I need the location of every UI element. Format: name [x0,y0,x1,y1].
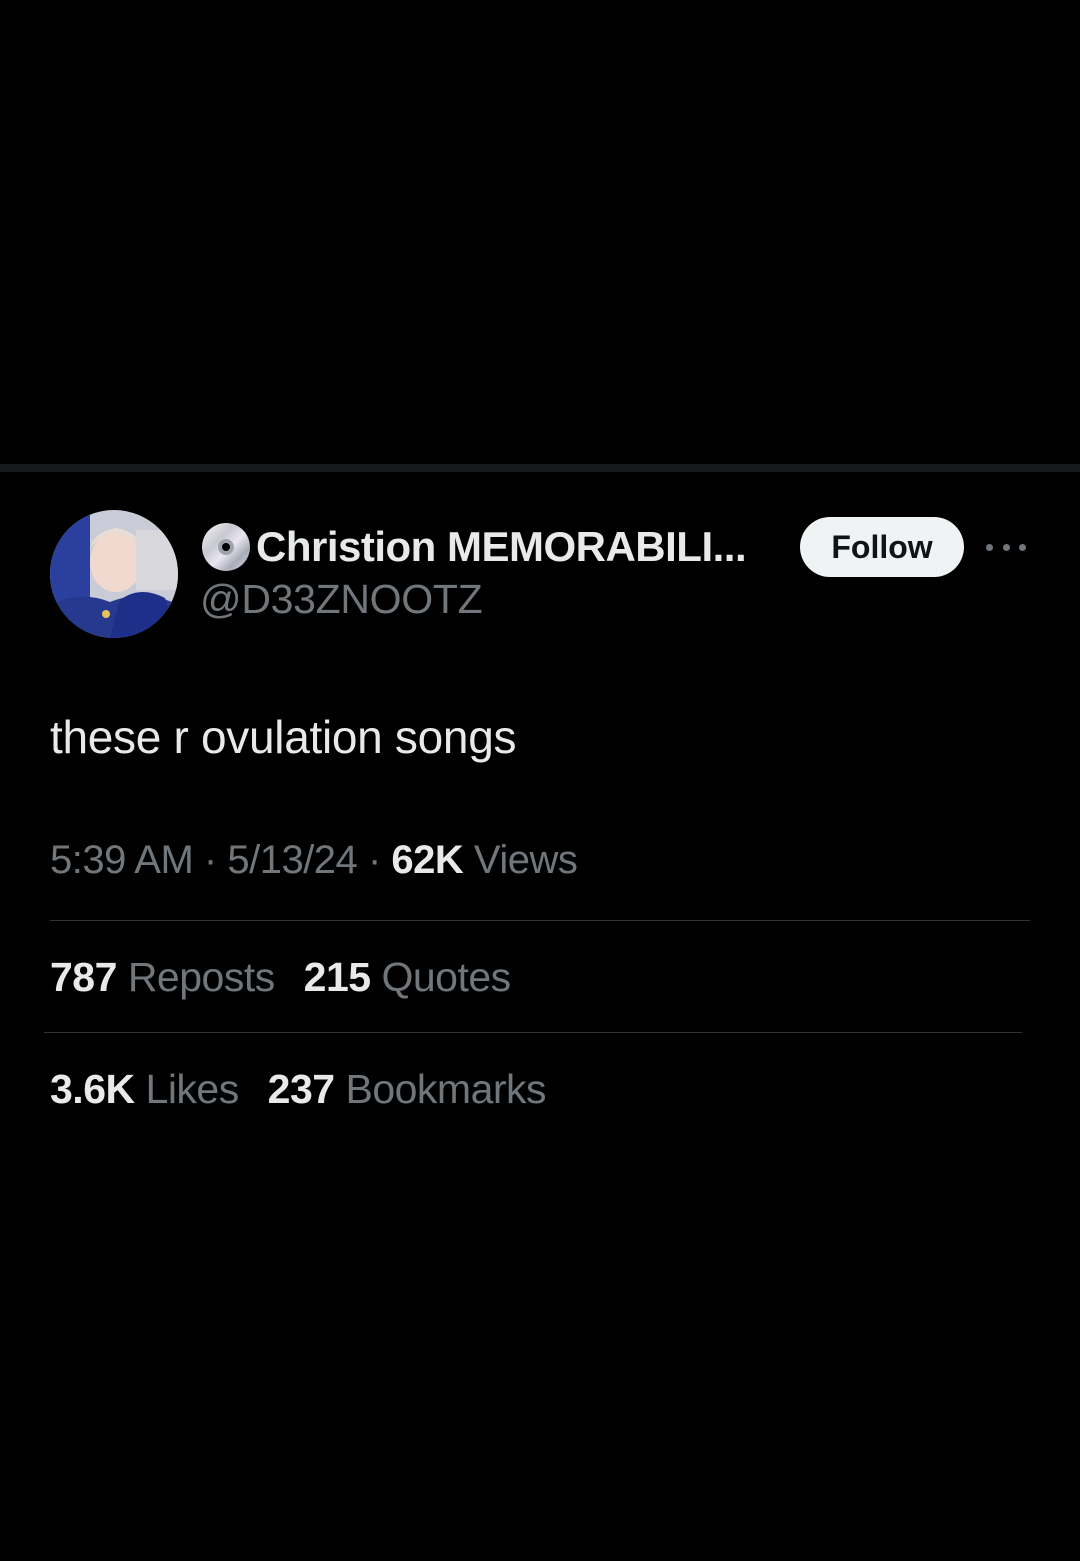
divider [50,920,1030,921]
tweet-text: these r ovulation songs [50,711,517,763]
tweet-meta: 5:39 AM · 5/13/24 · 62K Views [50,838,578,883]
likes-count: 3.6K [50,1066,135,1112]
likes-label: Likes [145,1066,240,1112]
divider [44,1032,1022,1033]
meta-separator: · [367,838,381,882]
follow-button[interactable]: Follow [800,517,964,577]
reposts-label: Reposts [127,954,275,1000]
author-name-row[interactable]: Christion MEMORABILI... [200,518,747,576]
author-display-name: Christion MEMORABILI... [256,523,747,570]
bookmarks-count: 237 [267,1066,335,1112]
bookmarks-stat[interactable]: 237 Bookmarks [267,1066,547,1113]
cd-disc-icon [202,523,250,571]
dot [986,543,993,551]
bookmarks-label: Bookmarks [345,1066,547,1112]
avatar[interactable] [50,510,178,638]
quotes-label: Quotes [381,954,511,1000]
section-divider [0,464,1080,472]
views-count: 62K [391,838,464,882]
views-label: Views [473,838,578,882]
likes-stat[interactable]: 3.6K Likes [50,1066,239,1113]
reposts-stat[interactable]: 787 Reposts [50,954,275,1001]
author-handle[interactable]: @D33ZNOOTZ [200,576,483,623]
tweet-time[interactable]: 5:39 AM [50,838,194,882]
quotes-stat[interactable]: 215 Quotes [303,954,512,1001]
tweet-date[interactable]: 5/13/24 [227,838,357,882]
reposts-count: 787 [50,954,117,1000]
profile-photo-icon [50,510,178,638]
more-options-icon[interactable] [986,537,1026,557]
quotes-count: 215 [303,954,371,1000]
stats-row-reposts: 787 Reposts 215 Quotes [50,954,529,1001]
dot [1002,543,1010,551]
stats-row-likes: 3.6K Likes 237 Bookmarks [50,1066,564,1113]
dot [1019,543,1026,551]
meta-separator: · [203,838,217,882]
